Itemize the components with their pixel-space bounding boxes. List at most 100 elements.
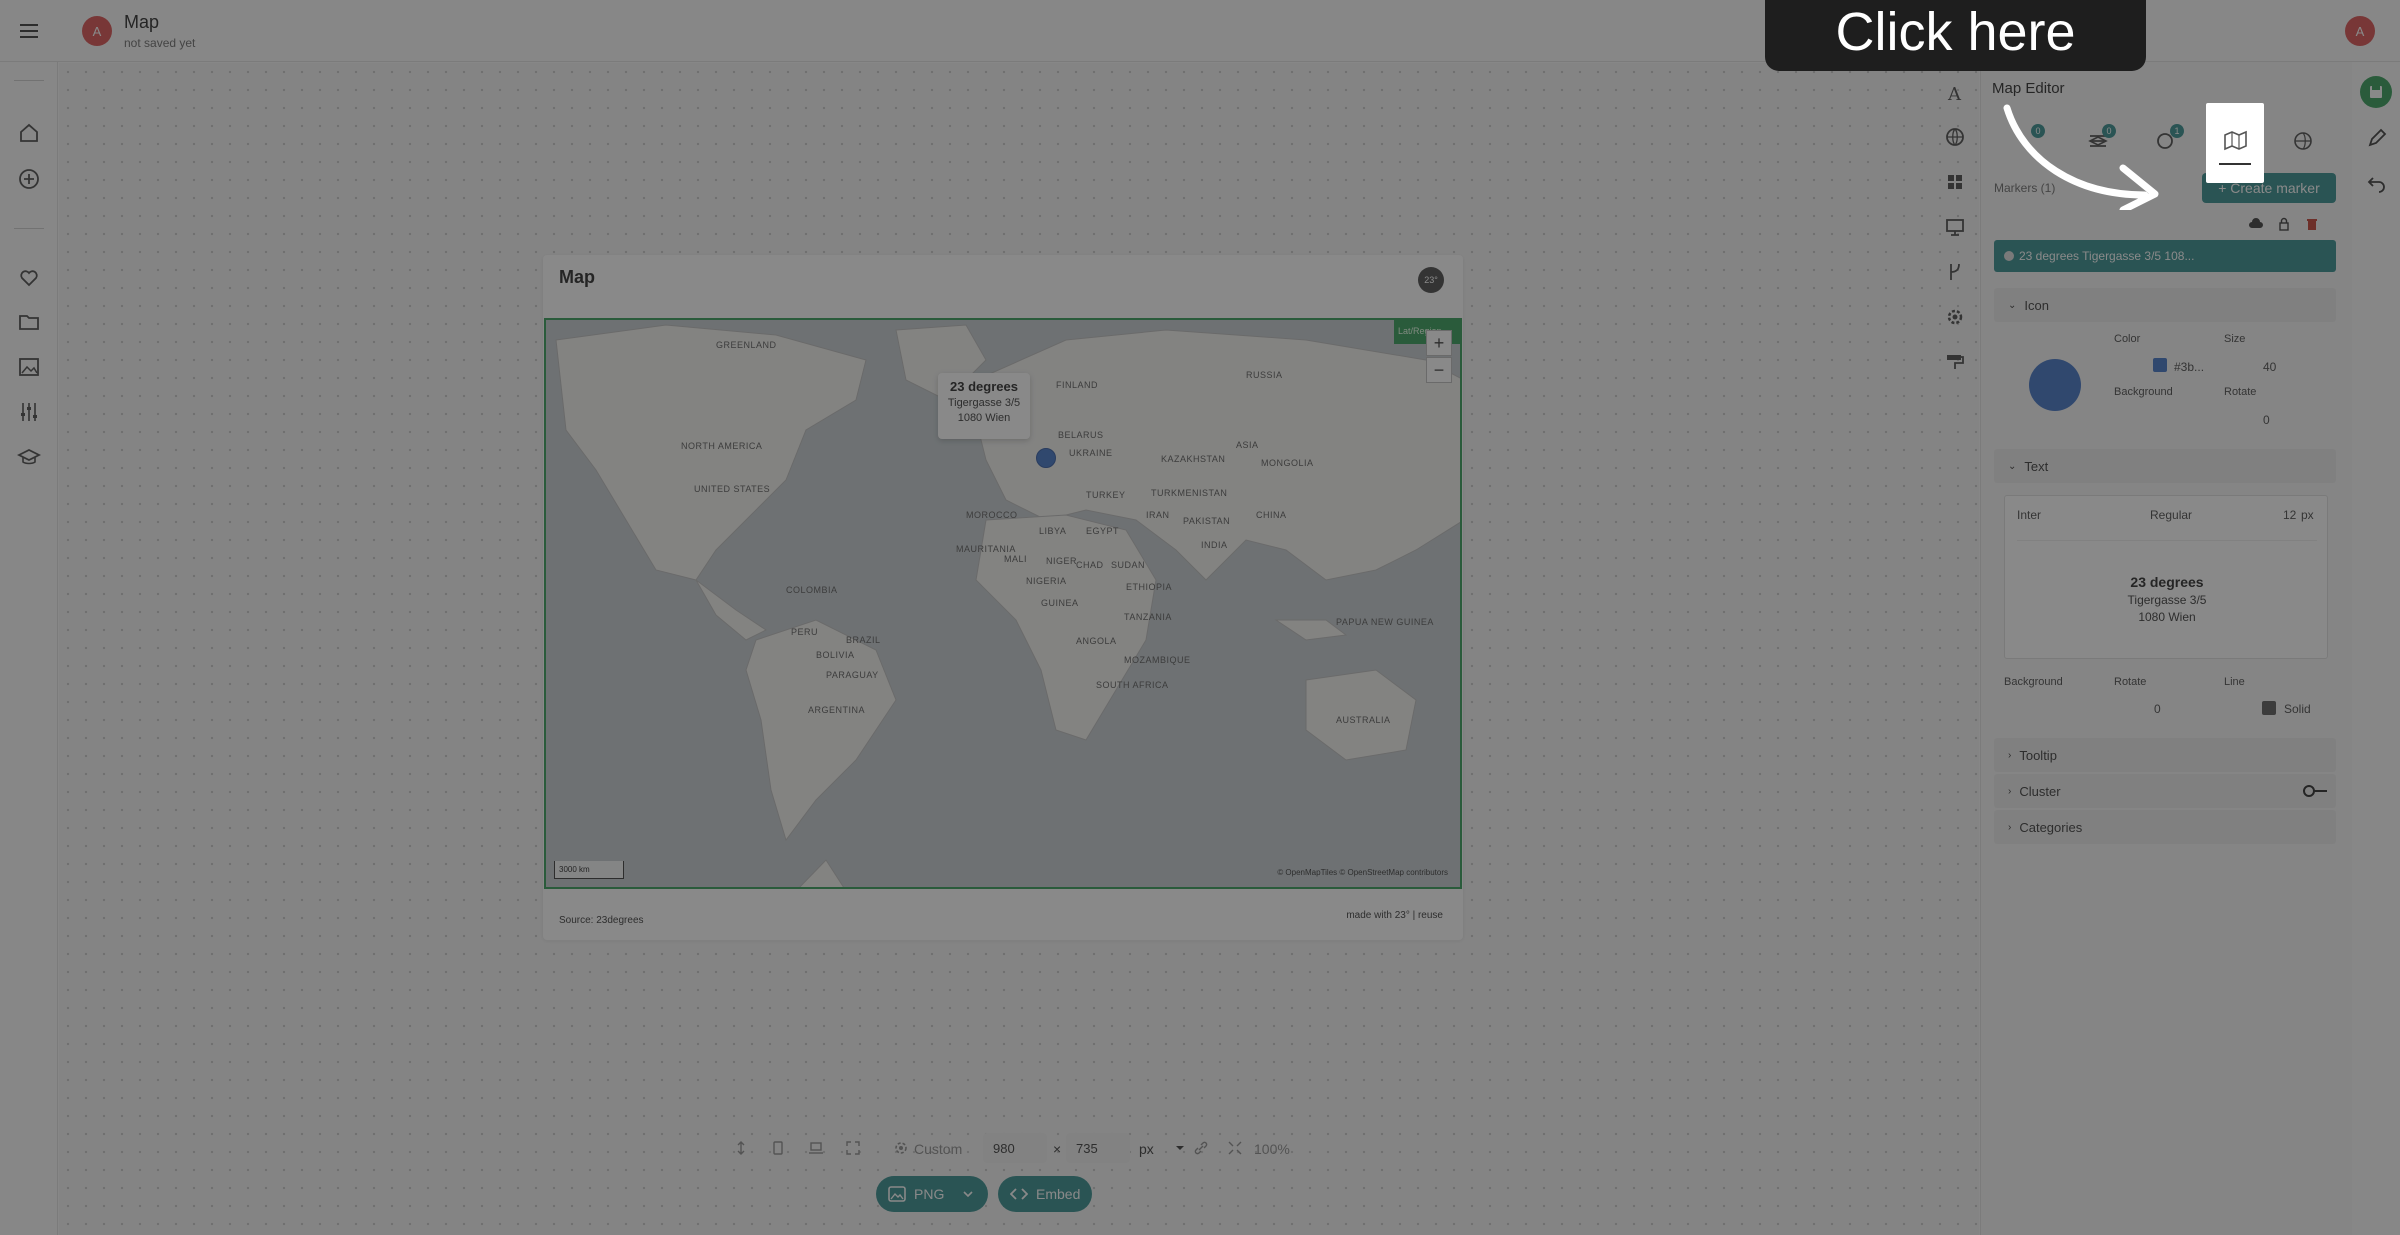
text-editor[interactable]: Inter Regular 12 px 23 degrees Tigergass…	[2004, 495, 2328, 659]
cluster-toggle[interactable]	[2302, 784, 2328, 798]
map-label: EGYPT	[1086, 526, 1120, 536]
undo-icon[interactable]	[2365, 170, 2389, 194]
map-attribution[interactable]: © OpenMapTiles © OpenStreetMap contribut…	[1277, 868, 1448, 877]
user-avatar[interactable]: A	[2345, 16, 2375, 46]
text-section-header[interactable]: ⌄ Text	[1994, 449, 2336, 483]
graduation-cap-icon[interactable]	[16, 444, 42, 470]
delete-icon[interactable]	[2304, 216, 2320, 232]
tutorial-callout: Click here	[1765, 0, 2146, 71]
font-family-select[interactable]: Inter	[2017, 508, 2041, 522]
text-line-3[interactable]: 1080 Wien	[2005, 610, 2329, 624]
map-label: BRAZIL	[846, 635, 881, 645]
map-label: COLOMBIA	[786, 585, 838, 595]
map-label: ETHIOPIA	[1126, 582, 1173, 592]
link-icon[interactable]	[1193, 1140, 1209, 1156]
map-view[interactable]: GREENLAND NORTH AMERICA UNITED STATES FI…	[544, 318, 1462, 889]
lock-icon[interactable]	[2276, 216, 2292, 232]
map-label: INDIA	[1201, 540, 1228, 550]
width-input[interactable]: 980	[983, 1133, 1047, 1163]
font-size-input[interactable]: 12	[2283, 508, 2296, 522]
branch-icon[interactable]	[1943, 260, 1967, 284]
home-icon[interactable]	[16, 120, 42, 146]
settings-icon[interactable]	[1943, 305, 1967, 329]
map-label: MONGOLIA	[1261, 458, 1314, 468]
text-line-2[interactable]: Tigergasse 3/5	[2005, 593, 2329, 607]
font-weight-select[interactable]: Regular	[2150, 508, 2192, 522]
categories-section-header[interactable]: › Categories	[1994, 810, 2336, 844]
map-label: GREENLAND	[716, 340, 777, 350]
map-label: UKRAINE	[1069, 448, 1113, 458]
made-with-text[interactable]: made with 23° | reuse	[1346, 910, 1443, 921]
marker-dot-icon	[2004, 251, 2014, 261]
mobile-icon[interactable]	[770, 1140, 786, 1156]
text-rotate-value[interactable]: 0	[2154, 702, 2161, 716]
color-value[interactable]: #3b...	[2174, 360, 2204, 374]
card-title[interactable]: Map	[559, 267, 595, 288]
popup-street: Tigergasse 3/5	[947, 397, 1021, 409]
paint-roller-icon[interactable]	[1943, 350, 1967, 374]
chevron-down-icon[interactable]	[1172, 1140, 1188, 1156]
map-label: BOLIVIA	[816, 650, 855, 660]
grid-icon[interactable]	[1943, 170, 1967, 194]
unit-select[interactable]: px	[1139, 1141, 1154, 1157]
chevron-right-icon: ›	[2008, 749, 2012, 761]
png-export-button[interactable]: PNG	[876, 1176, 988, 1212]
source-text[interactable]: Source: 23degrees	[559, 915, 644, 926]
chevron-down-icon: ⌄	[2008, 299, 2017, 311]
avatar[interactable]: A	[82, 16, 112, 46]
heart-icon[interactable]	[16, 264, 42, 290]
tab-globe-icon[interactable]	[2290, 128, 2316, 154]
chevron-down-icon[interactable]	[962, 1188, 974, 1200]
pencil-icon[interactable]	[2365, 126, 2389, 150]
preset-label[interactable]: Custom	[914, 1141, 962, 1157]
map-label: TANZANIA	[1124, 612, 1172, 622]
popup-city: 1080 Wien	[957, 412, 1011, 424]
text-line-1[interactable]: 23 degrees	[2005, 574, 2329, 590]
map-marker[interactable]	[1036, 448, 1056, 468]
globe-icon[interactable]	[1943, 125, 1967, 149]
color-label: Color	[2114, 333, 2141, 345]
image-icon	[888, 1186, 906, 1202]
map-label: MAURITANIA	[956, 544, 1016, 554]
zoom-out-button[interactable]: −	[1426, 357, 1452, 383]
map-label: BELARUS	[1058, 430, 1104, 440]
map-label: PAKISTAN	[1183, 516, 1231, 526]
left-navigation	[0, 62, 58, 1235]
zoom-level[interactable]: 100%	[1254, 1141, 1290, 1157]
zoom-fit-icon[interactable]	[1227, 1140, 1243, 1156]
embed-button[interactable]: Embed	[998, 1176, 1092, 1212]
line-style-value[interactable]: Solid	[2284, 702, 2311, 716]
cloud-upload-icon[interactable]	[2248, 216, 2264, 232]
tooltip-section-header[interactable]: › Tooltip	[1994, 738, 2336, 772]
icon-section-header[interactable]: ⌄ Icon	[1994, 288, 2336, 322]
color-swatch[interactable]	[2153, 358, 2167, 372]
icon-preview[interactable]	[2029, 359, 2081, 411]
map-label: NIGERIA	[1026, 576, 1067, 586]
document-title[interactable]: Map	[124, 12, 159, 33]
image-icon[interactable]	[16, 354, 42, 380]
resize-vertical-icon[interactable]	[733, 1140, 749, 1156]
zoom-in-button[interactable]: +	[1426, 330, 1452, 356]
map-label: MOZAMBIQUE	[1124, 655, 1191, 665]
text-icon[interactable]: A	[1943, 81, 1967, 105]
add-icon[interactable]	[16, 166, 42, 192]
laptop-icon[interactable]	[808, 1140, 824, 1156]
divider	[2017, 540, 2317, 541]
line-color-swatch[interactable]	[2262, 701, 2276, 715]
gear-icon[interactable]	[893, 1140, 909, 1156]
presentation-icon[interactable]	[1943, 215, 1967, 239]
marker-popup[interactable]: 23 degrees Tigergasse 3/5 1080 Wien	[938, 373, 1030, 439]
marker-list-item[interactable]: 23 degrees Tigergasse 3/5 108...	[1994, 240, 2336, 272]
cluster-section-header[interactable]: › Cluster	[1994, 774, 2336, 808]
save-button[interactable]	[2360, 76, 2392, 108]
size-value[interactable]: 40	[2263, 360, 2276, 374]
rotate-value[interactable]: 0	[2263, 413, 2270, 427]
hamburger-menu-icon[interactable]	[14, 16, 44, 46]
categories-section-label: Categories	[2019, 819, 2083, 835]
highlighted-map-tab[interactable]	[2206, 103, 2264, 183]
height-input[interactable]: 735	[1066, 1133, 1130, 1163]
folder-icon[interactable]	[16, 309, 42, 335]
sliders-icon[interactable]	[16, 399, 42, 425]
embed-label: Embed	[1036, 1186, 1081, 1202]
fullscreen-icon[interactable]	[845, 1140, 861, 1156]
